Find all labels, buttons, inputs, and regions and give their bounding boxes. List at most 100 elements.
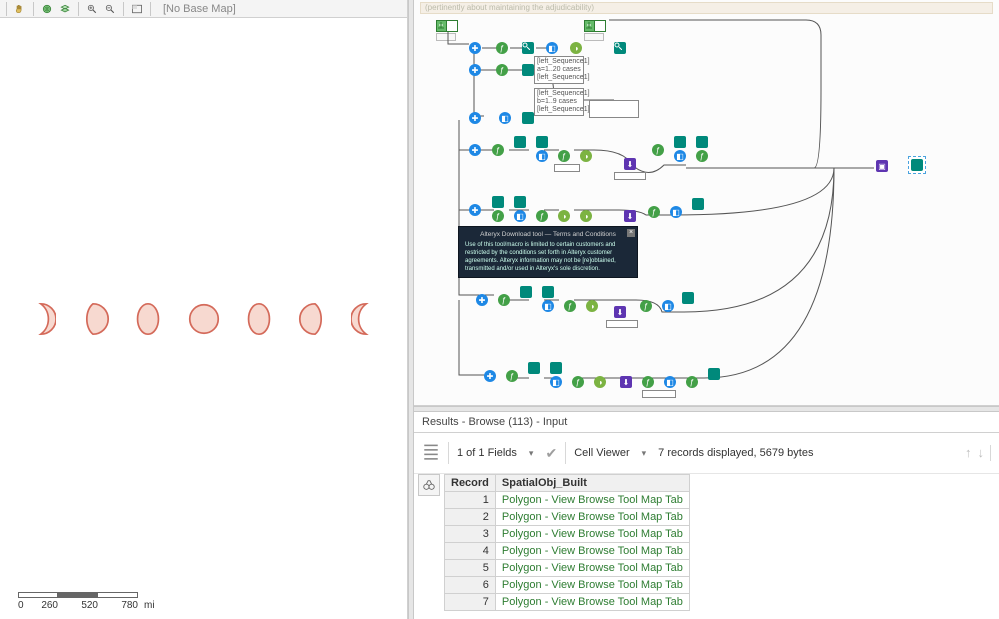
download-tool-icon[interactable]: ⬇ xyxy=(624,210,636,222)
filter-tool-icon[interactable]: ◧ xyxy=(514,210,526,222)
spatial-link-cell[interactable]: Polygon - View Browse Tool Map Tab xyxy=(495,577,689,594)
filter-tool-icon[interactable]: ◧ xyxy=(670,206,682,218)
spatial-link-cell[interactable]: Polygon - View Browse Tool Map Tab xyxy=(495,509,689,526)
filter-tool-icon[interactable]: ◧ xyxy=(662,300,674,312)
formula-tool-icon[interactable]: ƒ xyxy=(564,300,576,312)
spatial-link-cell[interactable]: Polygon - View Browse Tool Map Tab xyxy=(495,526,689,543)
browse-tool-icon[interactable] xyxy=(522,64,534,76)
browse-tool-icon[interactable] xyxy=(514,136,526,148)
browse-tool-icon[interactable] xyxy=(614,42,626,54)
browse-tool-icon[interactable] xyxy=(692,198,704,210)
formula-tool-icon[interactable]: ƒ xyxy=(686,376,698,388)
table-row[interactable]: 1Polygon - View Browse Tool Map Tab xyxy=(445,492,690,509)
table-row[interactable]: 6Polygon - View Browse Tool Map Tab xyxy=(445,577,690,594)
select-tool-icon[interactable]: ✚ xyxy=(476,294,488,306)
join-tool-icon[interactable]: ◑ xyxy=(586,300,598,312)
download-tool-icon[interactable]: ⬇ xyxy=(614,306,626,318)
spatial-link[interactable]: Polygon - View Browse Tool Map Tab xyxy=(502,545,683,557)
column-header-record[interactable]: Record xyxy=(445,475,496,492)
join-tool-icon[interactable]: ◑ xyxy=(594,376,606,388)
close-icon[interactable]: × xyxy=(627,229,635,237)
zoom-out-icon[interactable] xyxy=(103,2,117,16)
browse-tool-icon[interactable] xyxy=(528,362,540,374)
spatial-link[interactable]: Polygon - View Browse Tool Map Tab xyxy=(502,494,683,506)
browse-tool-icon[interactable] xyxy=(708,368,720,380)
spatial-link[interactable]: Polygon - View Browse Tool Map Tab xyxy=(502,511,683,523)
records-view-icon[interactable] xyxy=(422,441,440,465)
chevron-down-icon[interactable]: ▾ xyxy=(642,448,647,459)
formula-tool-icon[interactable]: ƒ xyxy=(648,206,660,218)
formula-tool-icon[interactable]: ƒ xyxy=(572,376,584,388)
filter-tool-icon[interactable]: ◧ xyxy=(674,150,686,162)
formula-tool-icon[interactable]: ƒ xyxy=(652,144,664,156)
browse-tool-selected[interactable] xyxy=(908,156,926,174)
filter-tool-icon[interactable]: ◧ xyxy=(536,150,548,162)
join-tool-icon[interactable]: ◑ xyxy=(580,150,592,162)
arrow-up-icon[interactable]: ↑ xyxy=(965,445,972,461)
chevron-down-icon[interactable]: ▾ xyxy=(529,448,534,459)
column-header-spatialobj[interactable]: SpatialObj_Built xyxy=(495,475,689,492)
basemap-label[interactable]: [No Base Map] xyxy=(163,3,236,15)
formula-tool-icon[interactable]: ƒ xyxy=(506,370,518,382)
filter-tool-icon[interactable]: ◧ xyxy=(664,376,676,388)
checkmark-icon[interactable]: ✔ xyxy=(545,445,557,462)
spatial-link[interactable]: Polygon - View Browse Tool Map Tab xyxy=(502,596,683,608)
formula-tool-icon[interactable]: ƒ xyxy=(696,150,708,162)
filter-tool-icon[interactable]: ◧ xyxy=(546,42,558,54)
browse-tool-icon[interactable] xyxy=(522,42,534,54)
spatial-link-cell[interactable]: Polygon - View Browse Tool Map Tab xyxy=(495,492,689,509)
workflow-canvas[interactable]: (pertinently about maintaining the adjud… xyxy=(414,0,999,406)
spatial-link[interactable]: Polygon - View Browse Tool Map Tab xyxy=(502,562,683,574)
table-row[interactable]: 4Polygon - View Browse Tool Map Tab xyxy=(445,543,690,560)
browse-tool-icon[interactable] xyxy=(520,286,532,298)
arrow-down-icon[interactable]: ↓ xyxy=(978,445,985,461)
zoom-in-icon[interactable] xyxy=(85,2,99,16)
select-tool-icon[interactable]: ✚ xyxy=(469,144,481,156)
download-tool-icon[interactable]: ⬇ xyxy=(620,376,632,388)
select-tool-icon[interactable]: ✚ xyxy=(469,204,481,216)
join-tool-icon[interactable]: ◑ xyxy=(570,42,582,54)
spatial-link-cell[interactable]: Polygon - View Browse Tool Map Tab xyxy=(495,543,689,560)
browse-tool-icon[interactable] xyxy=(492,196,504,208)
browse-tool-icon[interactable] xyxy=(542,286,554,298)
select-tool-icon[interactable]: ✚ xyxy=(469,42,481,54)
table-row[interactable]: 2Polygon - View Browse Tool Map Tab xyxy=(445,509,690,526)
formula-tool-icon[interactable]: ƒ xyxy=(640,300,652,312)
formula-tool-icon[interactable]: ƒ xyxy=(558,150,570,162)
formula-tool-icon[interactable]: ƒ xyxy=(496,42,508,54)
spatial-link[interactable]: Polygon - View Browse Tool Map Tab xyxy=(502,528,683,540)
layers-icon[interactable] xyxy=(58,2,72,16)
union-tool-icon[interactable]: ▣ xyxy=(876,160,888,172)
table-row[interactable]: 5Polygon - View Browse Tool Map Tab xyxy=(445,560,690,577)
browse-tool-icon[interactable] xyxy=(696,136,708,148)
browse-tool-icon[interactable] xyxy=(550,362,562,374)
search-icon[interactable] xyxy=(418,474,440,496)
minimap-icon[interactable] xyxy=(130,2,144,16)
browse-tool-icon[interactable] xyxy=(682,292,694,304)
formula-tool-icon[interactable]: ƒ xyxy=(536,210,548,222)
filter-tool-icon[interactable]: ◧ xyxy=(550,376,562,388)
filter-tool-icon[interactable]: ◧ xyxy=(499,112,511,124)
browse-tool-icon[interactable] xyxy=(522,112,534,124)
hand-pan-icon[interactable] xyxy=(13,2,27,16)
spatial-link-cell[interactable]: Polygon - View Browse Tool Map Tab xyxy=(495,560,689,577)
map-canvas[interactable]: 0 260 520 780 mi xyxy=(0,18,407,619)
formula-tool-icon[interactable]: ƒ xyxy=(492,144,504,156)
spatial-link[interactable]: Polygon - View Browse Tool Map Tab xyxy=(502,579,683,591)
browse-tool-icon[interactable] xyxy=(514,196,526,208)
globe-icon[interactable] xyxy=(40,2,54,16)
spatial-link-cell[interactable]: Polygon - View Browse Tool Map Tab xyxy=(495,594,689,611)
formula-tool-icon[interactable]: ƒ xyxy=(492,210,504,222)
formula-tool-icon[interactable]: ƒ xyxy=(498,294,510,306)
select-tool-icon[interactable]: ✚ xyxy=(484,370,496,382)
browse-tool-icon[interactable] xyxy=(536,136,548,148)
select-tool-icon[interactable]: ✚ xyxy=(469,112,481,124)
formula-tool-icon[interactable]: ƒ xyxy=(496,64,508,76)
browse-tool-icon[interactable] xyxy=(674,136,686,148)
join-tool-icon[interactable]: ◑ xyxy=(558,210,570,222)
formula-tool-icon[interactable]: ƒ xyxy=(642,376,654,388)
table-row[interactable]: 3Polygon - View Browse Tool Map Tab xyxy=(445,526,690,543)
join-tool-icon[interactable]: ◑ xyxy=(580,210,592,222)
download-tool-icon[interactable]: ⬇ xyxy=(624,158,636,170)
filter-tool-icon[interactable]: ◧ xyxy=(542,300,554,312)
